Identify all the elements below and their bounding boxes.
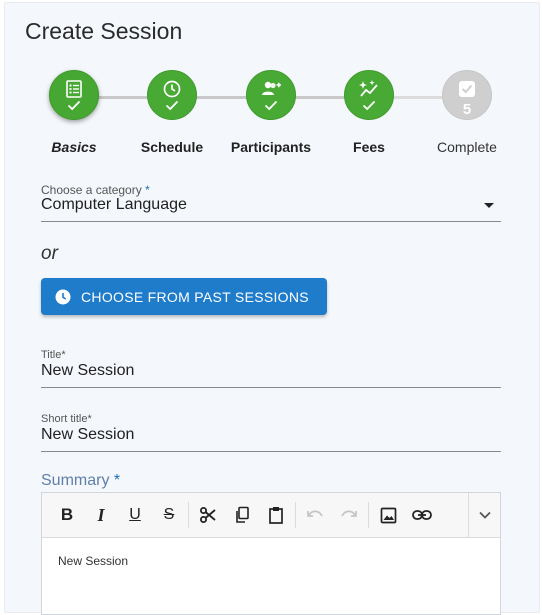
step-number: 5 [462,101,472,118]
step-label: Schedule [140,139,204,155]
category-label: Choose a category * [41,183,150,197]
step-label: Complete [437,139,497,155]
copy-icon [236,506,249,523]
step-circle-fees [344,70,394,120]
chevron-down-icon [478,511,491,519]
step-circle-schedule [147,70,197,120]
summary-label: Summary * [41,472,120,490]
check-icon [362,100,376,111]
required-mark: * [145,183,150,197]
italic-button[interactable]: I [84,498,118,532]
step-label: Basics [51,139,97,155]
person-add-icon [262,81,281,95]
summary-label-text: Summary [41,472,110,489]
editor-toolbar: B I U S [42,493,500,538]
strikethrough-icon: S [163,506,175,523]
toolbar-divider [295,502,296,528]
step-fees[interactable]: Fees [314,70,424,155]
list-icon [66,80,82,98]
short-title-input[interactable]: New Session [41,426,134,444]
short-title-label: Short title* [41,413,92,425]
bold-icon: B [60,505,74,524]
strikethrough-button[interactable]: S [152,498,186,532]
stepper: Basics Schedule Participants Fees 5 Comp… [0,70,542,160]
badge-check-icon [459,81,475,97]
cut-button[interactable] [191,498,225,532]
step-circle-complete: 5 [442,70,492,120]
redo-button[interactable] [332,498,366,532]
image-icon [380,507,396,523]
sparkle-chart-icon [359,80,378,97]
chevron-down-icon[interactable] [484,203,494,208]
short-title-underline [41,451,501,452]
choose-past-sessions-button[interactable]: CHOOSE FROM PAST SESSIONS [41,278,327,315]
choose-past-sessions-label: CHOOSE FROM PAST SESSIONS [81,288,309,305]
title-underline [41,387,501,388]
toolbar-divider [188,502,189,528]
step-participants[interactable]: Participants [216,70,326,155]
check-icon [67,100,81,111]
step-label: Fees [353,139,385,155]
toolbar-more-button[interactable] [468,493,500,537]
check-icon [165,100,179,111]
step-basics[interactable]: Basics [19,70,129,155]
step-label: Participants [230,139,312,155]
link-icon [412,510,432,520]
summary-editor: B I U S New Session [41,492,501,615]
step-schedule[interactable]: Schedule [117,70,227,155]
required-mark: * [87,413,92,425]
redo-icon [341,510,357,517]
short-title-label-text: Short title [41,413,88,425]
copy-button[interactable] [225,498,259,532]
title-label-text: Title [41,349,62,361]
page-title: Create Session [25,18,183,44]
title-label: Title* [41,349,66,361]
check-icon [264,100,278,111]
insert-image-button[interactable] [371,498,405,532]
insert-link-button[interactable] [405,498,439,532]
undo-icon [307,510,323,517]
underline-icon: U [129,506,141,523]
title-input[interactable]: New Session [41,362,134,380]
clipboard-icon [269,507,283,524]
paste-button[interactable] [259,498,293,532]
category-select[interactable]: Computer Language [41,196,187,214]
toolbar-divider [368,502,369,528]
or-separator: or [41,243,58,264]
step-circle-basics [49,70,99,120]
undo-button[interactable] [298,498,332,532]
category-label-text: Choose a category [41,183,142,197]
category-underline [41,221,501,222]
step-circle-participants [246,70,296,120]
required-mark: * [61,349,66,361]
step-complete[interactable]: 5 Complete [412,70,522,155]
clock-icon [55,289,71,304]
required-mark: * [113,472,121,489]
italic-icon: I [97,504,105,525]
summary-editor-content[interactable]: New Session [42,538,500,584]
bold-button[interactable]: B [50,498,84,532]
underline-button[interactable]: U [118,498,152,532]
clock-icon [163,80,181,98]
scissors-icon [200,507,216,523]
